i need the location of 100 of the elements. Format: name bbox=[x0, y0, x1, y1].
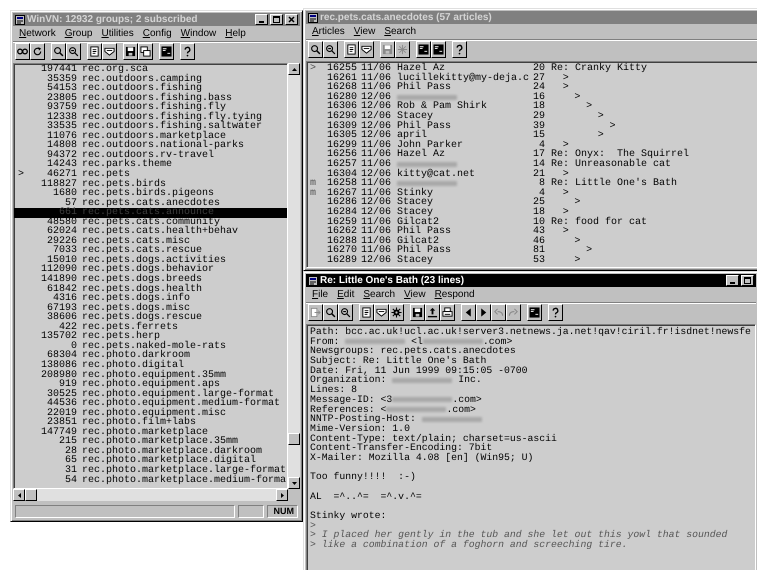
toolbar-button[interactable] bbox=[461, 304, 476, 321]
toolbar-button[interactable] bbox=[452, 41, 467, 58]
toolbar-button[interactable] bbox=[431, 41, 446, 58]
article-row[interactable]: 16305 12/06 april 15 > bbox=[307, 131, 757, 141]
newsgroup-row[interactable]: 197441 rec.org.sca bbox=[14, 65, 287, 75]
newsgroup-row[interactable]: 23805 rec.outdoors.fishing.bass bbox=[14, 94, 287, 104]
newsgroup-row[interactable]: 33535 rec.outdoors.fishing.saltwater bbox=[14, 122, 287, 132]
toolbar-button[interactable] bbox=[410, 304, 425, 321]
toolbar-button[interactable] bbox=[180, 43, 195, 60]
newsgroup-row[interactable]: 14808 rec.outdoors.national-parks bbox=[14, 141, 287, 151]
article-row[interactable]: 16290 12/06 Stacey 29 > bbox=[307, 112, 757, 122]
toolbar-button[interactable] bbox=[66, 43, 81, 60]
article-row[interactable]: 16289 12/06 Stacey 53 > bbox=[307, 256, 757, 266]
scroll-thumb[interactable] bbox=[288, 433, 300, 445]
newsgroup-row[interactable]: 44536 rec.photo.equipment.medium-format bbox=[14, 399, 287, 409]
newsgroup-row[interactable]: 54153 rec.outdoors.fishing bbox=[14, 84, 287, 94]
toolbar-button[interactable] bbox=[344, 41, 359, 58]
article-row[interactable]: 16256 11/06 Hazel Az 17 Re: Onyx: The Squirrel bbox=[307, 150, 757, 160]
newsgroup-row[interactable]: 7033 rec.pets.cats.rescue bbox=[14, 246, 287, 256]
newsgroup-row[interactable]: 12338 rec.outdoors.fishing.fly.tying bbox=[14, 112, 287, 122]
article-row[interactable]: 16268 11/06 Phil Pass 24 > bbox=[307, 83, 757, 93]
toolbar-button[interactable] bbox=[159, 43, 174, 60]
newsgroup-row[interactable]: 54 rec.photo.marketplace.medium-forma bbox=[14, 476, 287, 486]
newsgroup-row[interactable]: 919 rec.photo.equipment.aps bbox=[14, 380, 287, 390]
newsgroup-row[interactable]: 65 rec.photo.marketplace.digital bbox=[14, 456, 287, 466]
newsgroup-row[interactable]: 4316 rec.pets.dogs.info bbox=[14, 294, 287, 304]
toolbar-button[interactable] bbox=[138, 43, 153, 60]
menu-item[interactable]: File bbox=[312, 289, 328, 300]
newsgroup-row[interactable]: 23851 rec.photo.film+labs bbox=[14, 418, 287, 428]
newsgroup-row[interactable]: 31 rec.photo.marketplace.large-format bbox=[14, 466, 287, 476]
newsgroup-row[interactable]: 208980 rec.photo.equipment.35mm bbox=[14, 370, 287, 380]
toolbar-button[interactable] bbox=[51, 43, 66, 60]
menu-item[interactable]: Config bbox=[142, 28, 172, 39]
newsgroup-row[interactable]: 15010 rec.pets.dogs.activities bbox=[14, 256, 287, 266]
toolbar-button[interactable] bbox=[359, 41, 374, 58]
newsgroup-row[interactable]: 38606 rec.pets.dogs.rescue bbox=[14, 313, 287, 323]
menu-item[interactable]: Respond bbox=[434, 289, 475, 300]
newsgroup-row[interactable]: 61842 rec.pets.dogs.health bbox=[14, 284, 287, 294]
toolbar-button[interactable] bbox=[389, 304, 404, 321]
article-row[interactable]: 16286 12/06 Stacey 25 > bbox=[307, 198, 757, 208]
menu-item[interactable]: Network bbox=[19, 28, 56, 39]
toolbar-button[interactable] bbox=[338, 304, 353, 321]
newsgroup-row[interactable]: 30525 rec.photo.equipment.large-format bbox=[14, 390, 287, 400]
menu-item[interactable]: Edit bbox=[337, 289, 354, 300]
menu-item[interactable]: Help bbox=[225, 28, 246, 39]
scroll-down-button[interactable] bbox=[288, 477, 300, 489]
maximize-button[interactable] bbox=[741, 275, 754, 286]
newsgroup-row[interactable]: 422 rec.pets.ferrets bbox=[14, 322, 287, 332]
newsgroup-row[interactable]: 215 rec.photo.marketplace.35mm bbox=[14, 437, 287, 447]
scroll-right-button[interactable] bbox=[276, 489, 288, 501]
toolbar-button[interactable] bbox=[527, 304, 542, 321]
newsgroup-row[interactable]: 135702 rec.pets.herp bbox=[14, 332, 287, 342]
article-row[interactable]: 16284 12/06 Stacey 18 > bbox=[307, 208, 757, 218]
toolbar-button[interactable] bbox=[30, 43, 45, 60]
vertical-scrollbar[interactable] bbox=[288, 63, 300, 489]
menu-item[interactable]: Search bbox=[363, 289, 396, 300]
newsgroup-row[interactable]: 138086 rec.photo.digital bbox=[14, 360, 287, 370]
toolbar-button[interactable] bbox=[308, 41, 323, 58]
newsgroup-row[interactable]: 29226 rec.pets.cats.misc bbox=[14, 236, 287, 246]
newsgroup-row[interactable]: 57 rec.pets.cats.anecdotes bbox=[14, 198, 287, 208]
toolbar-button[interactable] bbox=[102, 43, 117, 60]
newsgroup-row[interactable]: > 46271 rec.pets bbox=[14, 170, 287, 180]
newsgroup-row[interactable]: 0 rec.pets.naked-mole-rats bbox=[14, 342, 287, 352]
horizontal-scrollbar[interactable] bbox=[13, 489, 288, 501]
toolbar-button[interactable] bbox=[476, 304, 491, 321]
newsgroup-row[interactable]: 22019 rec.photo.equipment.misc bbox=[14, 408, 287, 418]
toolbar-button[interactable] bbox=[323, 304, 338, 321]
article-row[interactable]: 16257 11/06 14 Re: Unreasonable cat bbox=[307, 160, 757, 170]
newsgroup-row[interactable]: 1680 rec.pets.birds.pigeons bbox=[14, 189, 287, 199]
menu-item[interactable]: Window bbox=[180, 28, 216, 39]
article-row[interactable]: m 16258 11/06 8 Re: Little One's Bath bbox=[307, 179, 757, 189]
toolbar-button[interactable] bbox=[323, 41, 338, 58]
menu-item[interactable]: Group bbox=[64, 28, 92, 39]
newsgroup-row[interactable]: 68304 rec.photo.darkroom bbox=[14, 351, 287, 361]
article-row[interactable]: > 16255 11/06 Hazel Az 20 Re: Cranky Kitty bbox=[307, 64, 757, 74]
scroll-left-button[interactable] bbox=[13, 489, 25, 501]
newsgroup-row[interactable]: 67193 rec.pets.dogs.misc bbox=[14, 304, 287, 314]
article-row[interactable]: 16306 12/06 Rob & Pam Shirk 18 > bbox=[307, 102, 757, 112]
toolbar-button[interactable] bbox=[15, 43, 30, 60]
menu-item[interactable]: Articles bbox=[312, 26, 345, 37]
toolbar-button[interactable] bbox=[374, 304, 389, 321]
scroll-up-button[interactable] bbox=[288, 63, 300, 75]
menu-item[interactable]: Utilities bbox=[101, 28, 134, 39]
toolbar-button[interactable] bbox=[416, 41, 431, 58]
article-row[interactable]: 16270 11/06 Phil Pass 81 > bbox=[307, 246, 757, 256]
toolbar-button[interactable] bbox=[87, 43, 102, 60]
toolbar-button[interactable] bbox=[548, 304, 563, 321]
newsgroup-row[interactable]: 28 rec.photo.marketplace.darkroom bbox=[14, 446, 287, 456]
toolbar-button[interactable] bbox=[359, 304, 374, 321]
newsgroup-row[interactable]: 62024 rec.pets.cats.health+behav bbox=[14, 227, 287, 237]
newsgroup-row[interactable]: 141890 rec.pets.dogs.breeds bbox=[14, 275, 287, 285]
newsgroup-row[interactable]: 35359 rec.outdoors.camping bbox=[14, 74, 287, 84]
menu-item[interactable]: Search bbox=[384, 26, 416, 37]
scroll-thumb[interactable] bbox=[25, 489, 37, 501]
article-row[interactable]: 16262 11/06 Phil Pass 43 > bbox=[307, 227, 757, 237]
newsgroup-row[interactable]: 14243 rec.parks.theme bbox=[14, 160, 287, 170]
menu-item[interactable]: View bbox=[404, 289, 426, 300]
newsgroup-row[interactable]: 147749 rec.photo.marketplace bbox=[14, 428, 287, 438]
menu-item[interactable]: View bbox=[354, 26, 376, 37]
newsgroup-row[interactable]: 93759 rec.outdoors.fishing.fly bbox=[14, 103, 287, 113]
